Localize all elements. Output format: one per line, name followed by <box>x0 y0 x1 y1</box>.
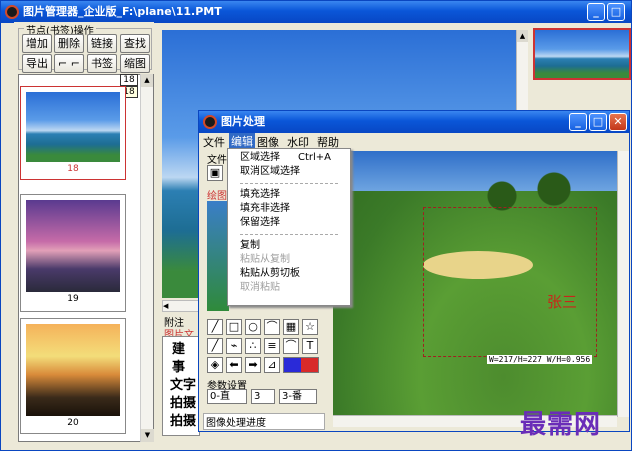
curve-icon[interactable]: ⌒ <box>264 319 280 335</box>
menu-item-label: 保留选择 <box>240 217 280 228</box>
main-image-hscroll[interactable]: ◀ <box>162 300 202 312</box>
menu-item[interactable]: 填充非选择 <box>228 202 350 216</box>
menu-item: 取消粘贴 <box>228 281 350 295</box>
width-select[interactable]: 3 <box>251 389 275 404</box>
frame-icon: ⌐ ⌐ <box>58 57 80 70</box>
menu-item[interactable]: 保留选择 <box>228 216 350 230</box>
thumbnail-image <box>26 200 120 292</box>
scroll-down-icon[interactable]: ▼ <box>141 429 154 442</box>
ellipse-icon[interactable]: ○ <box>245 319 261 335</box>
dialog-title-bar[interactable]: 图片处理 _ □ ✕ <box>199 111 629 133</box>
menu-item-label: 填充非选择 <box>240 203 290 214</box>
menu-item-label: 填充选择 <box>240 189 280 200</box>
draw-panel-label: 绘图 <box>207 191 227 202</box>
coords-readout: W=217/H=227 W/H=0.956 <box>487 355 593 364</box>
line-icon[interactable]: ╱ <box>207 319 223 335</box>
menu-item: 粘贴从复制 <box>228 253 350 267</box>
thumbnail-item[interactable]: 20 <box>20 318 126 434</box>
pen-icon[interactable]: ╱ <box>207 338 223 354</box>
style-select[interactable]: 3-番 <box>279 389 317 404</box>
minimize-icon[interactable]: _ <box>569 113 587 131</box>
thumbnail-image <box>26 324 120 416</box>
picker-icon[interactable]: ⊿ <box>264 357 280 373</box>
menu-separator <box>240 234 338 235</box>
menu-item[interactable]: 取消区域选择 <box>228 165 350 179</box>
link-button[interactable]: 链接 <box>87 34 117 53</box>
thumbnail-button[interactable]: 缩图 <box>120 54 150 73</box>
preview-image <box>535 30 629 78</box>
shape-select[interactable]: 0-直 <box>207 389 247 404</box>
frame-button[interactable]: ⌐ ⌐ <box>54 54 84 73</box>
find-button[interactable]: 查找 <box>120 34 150 53</box>
menu-item[interactable]: 填充选择 <box>228 188 350 202</box>
selection-rect[interactable] <box>423 207 597 357</box>
fill-icon[interactable]: ◈ <box>207 357 223 373</box>
menu-item-label: 区域选择 <box>240 152 280 163</box>
thumb-scrollbar[interactable]: ▲ ▼ <box>140 74 154 442</box>
menu-item-label: 取消粘贴 <box>240 282 280 293</box>
bookmark-button[interactable]: 书签 <box>87 54 117 73</box>
add-button[interactable]: 增加 <box>22 34 52 53</box>
pattern-icon[interactable]: ▦ <box>283 319 299 335</box>
color-swatch[interactable] <box>283 357 319 373</box>
dialog-vscroll[interactable] <box>617 151 629 417</box>
menu-item[interactable]: 粘贴从剪切板 <box>228 267 350 281</box>
dialog-menubar: 文件 编辑 图像 水印 帮助 <box>199 133 629 149</box>
maximize-icon[interactable]: □ <box>607 3 625 21</box>
thumbnail-item[interactable]: 18 <box>20 86 126 180</box>
dialog-title: 图片处理 <box>221 115 265 128</box>
arrow-right-icon[interactable]: ➡ <box>245 357 261 373</box>
scroll-up-icon[interactable]: ▲ <box>517 30 528 42</box>
thumbnail-caption: 19 <box>67 294 79 304</box>
menu-file[interactable]: 文件 <box>203 134 225 150</box>
edit-menu-dropdown: 区域选择 Ctrl+A 取消区域选择 填充选择填充非选择保留选择复制粘贴从复制粘贴从剪… <box>227 148 351 306</box>
thumbnail-image <box>26 92 120 162</box>
text-icon[interactable]: T <box>302 338 318 354</box>
thumbnail-caption: 18 <box>67 164 79 174</box>
menu-edit[interactable]: 编辑 <box>229 133 255 149</box>
page-badge: 18 <box>120 74 138 86</box>
menu-item-label: 复制 <box>240 240 260 251</box>
export-button[interactable]: 导出 <box>22 54 52 73</box>
maximize-icon[interactable]: □ <box>589 113 607 131</box>
scroll-up-icon[interactable]: ▲ <box>141 74 153 87</box>
preview-frame[interactable] <box>533 28 631 80</box>
menu-separator <box>240 183 338 184</box>
thumbnail-caption: 20 <box>67 418 79 428</box>
watermark-text: 最需网 <box>520 410 602 440</box>
close-icon[interactable]: ✕ <box>609 113 627 131</box>
table-cell: 建 <box>172 342 186 357</box>
save-icon[interactable]: ▣ <box>207 165 223 181</box>
spray-icon[interactable]: ∴ <box>245 338 261 354</box>
draw-preview <box>207 201 229 311</box>
file-panel-label: 文件 <box>207 155 227 166</box>
menu-item-label: 粘贴从剪切板 <box>240 268 300 279</box>
main-title: 图片管理器_企业版_F:\plane\11.PMT <box>23 5 222 18</box>
dialog-image[interactable]: 张三 W=217/H=227 W/H=0.956 <box>333 151 617 417</box>
menu-item[interactable]: 区域选择 Ctrl+A <box>228 151 350 165</box>
progress-label: 图像处理进度 <box>203 413 325 430</box>
arc-icon[interactable]: ⌒ <box>283 338 299 354</box>
main-title-bar[interactable]: 图片管理器_企业版_F:\plane\11.PMT _ □ <box>1 1 631 23</box>
table-cell: 拍摄 <box>170 414 197 429</box>
table-cell: 拍摄 <box>170 396 197 411</box>
arrow-left-icon[interactable]: ⬅ <box>226 357 242 373</box>
thumbnail-item[interactable]: 19 <box>20 194 126 312</box>
table-cell: 事 <box>172 360 186 375</box>
brush-icon[interactable]: ⌁ <box>226 338 242 354</box>
menu-item[interactable]: 复制 <box>228 239 350 253</box>
menu-item-label: 取消区域选择 <box>240 166 300 177</box>
star-icon[interactable]: ☆ <box>302 319 318 335</box>
lines-icon[interactable]: ≡ <box>264 338 280 354</box>
table-cell: 文字 <box>170 378 197 393</box>
annotation-text: 张三 <box>547 293 578 311</box>
minimize-icon[interactable]: _ <box>587 3 605 21</box>
delete-button[interactable]: 删除 <box>54 34 84 53</box>
rect-icon[interactable]: □ <box>226 319 242 335</box>
menu-item-shortcut: Ctrl+A <box>298 152 332 163</box>
menu-item-label: 粘贴从复制 <box>240 254 290 265</box>
dialog-app-icon <box>203 115 217 129</box>
app-icon <box>5 5 19 19</box>
